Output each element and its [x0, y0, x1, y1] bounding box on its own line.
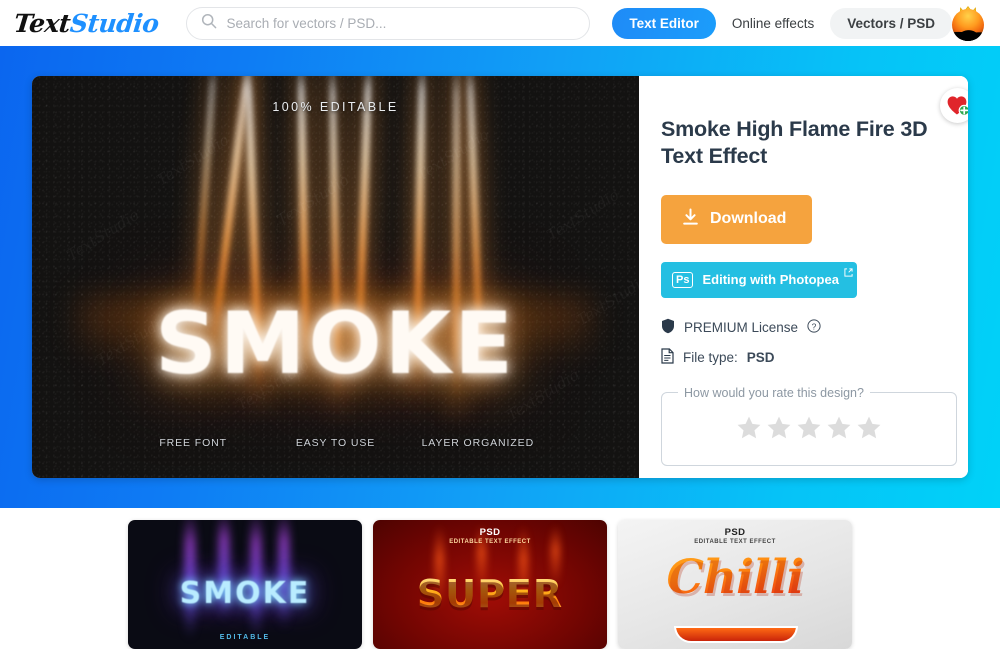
- preview-feature-list: FREE FONT EASY TO USE LAYER ORGANIZED: [32, 437, 639, 449]
- product-preview-image[interactable]: TextStudio TextStudio TextStudio TextStu…: [32, 76, 639, 478]
- site-logo[interactable]: Text Studio: [12, 9, 160, 38]
- rating-legend: How would you rate this design?: [684, 385, 864, 400]
- related-thumbnails: SMOKE EDITABLE PSD EDITABLE TEXT EFFECT …: [0, 508, 1000, 649]
- nav-vectors-psd-button[interactable]: Vectors / PSD: [830, 7, 952, 39]
- hero-banner: TextStudio TextStudio TextStudio TextStu…: [0, 46, 1000, 508]
- help-icon[interactable]: ?: [807, 319, 821, 336]
- top-header: TextStudio Text Editor Online effects Ve…: [0, 0, 1000, 46]
- thumbnail-word: SMOKE: [179, 576, 311, 611]
- thumbnail-word: SUPER: [373, 572, 607, 616]
- thumbnail-smoke-neon[interactable]: SMOKE EDITABLE: [128, 520, 362, 649]
- main-nav: Text Editor Online effects Vectors / PSD: [612, 7, 952, 39]
- download-icon: [682, 208, 699, 231]
- filetype-value: PSD: [746, 349, 775, 365]
- star-4[interactable]: [825, 414, 853, 447]
- document-icon: [661, 348, 674, 367]
- download-button[interactable]: Download: [661, 194, 813, 244]
- star-3[interactable]: [795, 414, 823, 447]
- search-input[interactable]: [226, 15, 576, 31]
- search-icon: [201, 13, 217, 34]
- thumbnail-chilli-script[interactable]: PSD EDITABLE TEXT EFFECT Chilli: [618, 520, 852, 649]
- logo-text-secondary: Studio: [68, 8, 161, 38]
- product-card: TextStudio TextStudio TextStudio TextStu…: [32, 76, 968, 478]
- add-to-favorites-button[interactable]: [940, 88, 968, 123]
- star-1[interactable]: [735, 414, 763, 447]
- nav-text-editor-button[interactable]: Text Editor: [612, 7, 716, 39]
- photopea-button-label: Editing with Photopea: [702, 272, 839, 288]
- star-5[interactable]: [855, 414, 883, 447]
- avatar-image: [952, 9, 984, 41]
- search-bar[interactable]: [185, 6, 591, 40]
- heart-icon: [947, 96, 968, 116]
- logo-text-primary: Text: [12, 8, 72, 38]
- shield-icon: [661, 318, 675, 337]
- thumbnail-tag-subtitle: EDITABLE TEXT EFFECT: [449, 539, 531, 545]
- external-link-icon: [844, 265, 853, 280]
- feature-free-font: FREE FONT: [159, 437, 227, 449]
- license-label: PREMIUM License: [684, 319, 799, 335]
- rating-stars[interactable]: [662, 414, 956, 447]
- thumbnail-word: Chilli: [618, 550, 852, 605]
- flame-streaks: [32, 76, 639, 478]
- user-avatar[interactable]: [952, 5, 984, 41]
- filetype-label: File type:: [683, 349, 738, 365]
- nav-online-effects-link[interactable]: Online effects: [732, 16, 814, 31]
- product-info-panel: Smoke High Flame Fire 3D Text Effect Dow…: [639, 76, 968, 478]
- thumbnail-tag: PSD: [724, 527, 746, 538]
- thumbnail-underline-shape: [674, 626, 798, 643]
- thumbnail-super-fire[interactable]: PSD EDITABLE TEXT EFFECT SUPER: [373, 520, 607, 649]
- preview-hero-word: SMOKE: [32, 294, 639, 394]
- filetype-row: File type: PSD: [661, 348, 957, 367]
- page-title: Smoke High Flame Fire 3D Text Effect: [661, 117, 928, 169]
- feature-layer-organized: LAYER ORGANIZED: [421, 437, 535, 449]
- star-2[interactable]: [765, 414, 793, 447]
- license-row: PREMIUM License ?: [661, 318, 957, 337]
- download-button-label: Download: [710, 210, 787, 228]
- rating-fieldset: How would you rate this design?: [661, 385, 957, 466]
- feature-easy-to-use: EASY TO USE: [295, 437, 376, 449]
- editable-badge: 100% EDITABLE: [272, 100, 399, 114]
- svg-text:?: ?: [812, 321, 817, 331]
- thumbnail-subtitle: EDITABLE: [219, 634, 271, 641]
- thumbnail-tag: PSD: [479, 527, 501, 538]
- thumbnail-tag-subtitle: EDITABLE TEXT EFFECT: [694, 539, 776, 545]
- photoshop-icon: Ps: [672, 271, 694, 288]
- edit-with-photopea-button[interactable]: Ps Editing with Photopea: [661, 261, 857, 298]
